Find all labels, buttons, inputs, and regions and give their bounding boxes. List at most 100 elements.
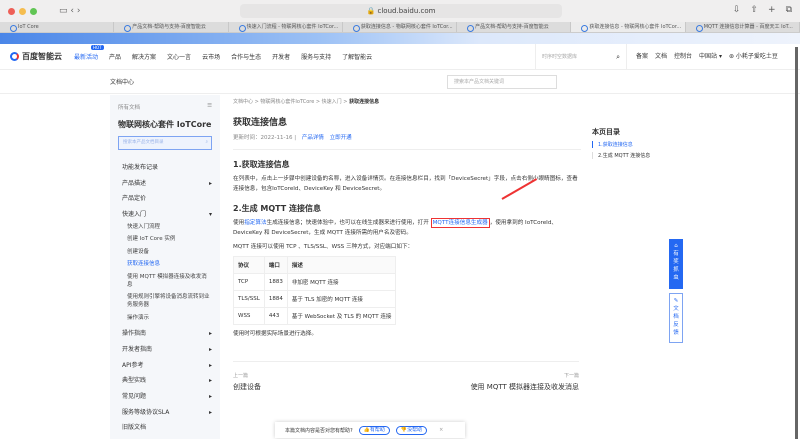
close-window-button[interactable] <box>8 7 15 15</box>
sidebar-item[interactable]: 典型实践 ▸ <box>118 373 212 389</box>
browser-tab[interactable]: 产品文档-帮助与支持-百度智能云 <box>114 22 229 32</box>
browser-tab[interactable]: MQTT 连接信息计算器 - 百度天工 IoT... <box>686 22 800 32</box>
share-icon[interactable]: ⇧ <box>750 5 758 15</box>
toc-item-active[interactable]: 1.获取连接信息 <box>592 141 650 148</box>
address-bar[interactable]: 🔒 cloud.baidu.com <box>240 4 562 18</box>
scrollbar[interactable] <box>795 47 798 439</box>
sidebar-item[interactable]: 常见问题 ▸ <box>118 389 212 405</box>
nav-region[interactable]: 中国站 ▾ <box>699 44 722 70</box>
activate-now-link[interactable]: 立即开通 <box>330 135 352 141</box>
sidebar-subitem[interactable]: 操作演示 <box>118 314 212 322</box>
nav-label: 最新活动 <box>74 54 99 61</box>
nav-item[interactable]: 开发者 <box>272 52 290 61</box>
paragraph: MQTT 连接可以使用 TCP 、TLS/SSL、WSS 三种方式，对应端口如下… <box>233 244 414 250</box>
user-menu[interactable]: ⊛ 小耗子爱吃土豆 <box>729 44 778 70</box>
product-title: 物联网核心套件 IoTCore <box>118 120 212 129</box>
search-placeholder: 时序时空数据库 <box>542 54 578 60</box>
nav-beian[interactable]: 备案 <box>636 44 648 70</box>
table-row: WSS 443 基于 WebSocket 及 TLS 的 MQTT 连接 <box>233 307 397 325</box>
toc-item[interactable]: 2.生成 MQTT 连接信息 <box>592 152 650 159</box>
product-details-link[interactable]: 产品详情 <box>302 135 324 141</box>
browser-tab-active[interactable]: 获取连接信息 - 物联网核心套件 IoTCor... <box>571 22 686 32</box>
doc-center-title[interactable]: 文档中心 <box>110 77 134 86</box>
sidebar-item[interactable]: 服务等级协议SLA ▸ <box>118 405 212 421</box>
sidebar-item[interactable]: API参考 ▸ <box>118 358 212 374</box>
minimize-window-button[interactable] <box>19 7 26 15</box>
edit-icon: ✎ <box>673 298 679 304</box>
chevron-right-icon: ▸ <box>208 345 212 353</box>
search-icon: ⌕ <box>205 140 208 145</box>
list-icon[interactable]: ☰ <box>207 103 212 111</box>
sidebar-item[interactable]: 快速入门 ▾ <box>118 207 212 223</box>
sidebar-subitem[interactable]: 创建 IoT Core 实例 <box>118 235 212 243</box>
sidebar-subitem[interactable]: 快速入门流程 <box>118 223 212 231</box>
lock-icon: 🔒 <box>366 7 376 15</box>
page-title: 获取连接信息 <box>233 118 288 128</box>
sidebar-subitem-active[interactable]: 获取连接信息 <box>118 260 212 268</box>
maximize-window-button[interactable] <box>30 7 37 15</box>
browser-tab[interactable]: 获取连接信息 - 物联网核心套件 IoTCor... <box>343 22 458 32</box>
next-label: 下一篇 <box>563 373 579 379</box>
nav-item[interactable]: 了解智能云 <box>342 52 372 61</box>
download-icon[interactable]: ⇩ <box>733 5 741 15</box>
browser-tab[interactable]: IoT Core <box>0 22 115 32</box>
breadcrumb-sep: > <box>315 99 321 105</box>
sidebar-icon[interactable]: ▭ ‹ › <box>59 6 80 16</box>
algorithm-link[interactable]: 指定算法 <box>244 220 266 226</box>
table-header: 协议 端口 描述 <box>233 256 397 274</box>
mqtt-generator-link[interactable]: MQTT连接信息生成器 <box>430 218 490 228</box>
toc-title: 本页目录 <box>592 128 620 136</box>
protocol-table: 协议 端口 描述 TCP 1883 非加密 MQTT 连接 TLS/SSL 1884 基于 … <box>233 256 397 325</box>
sidebar-item[interactable]: 开发者指南 ▸ <box>118 342 212 358</box>
sidebar-item[interactable]: 产品描述 ▸ <box>118 176 212 192</box>
nav-item-latest[interactable]: 最新活动 HOT <box>74 45 104 61</box>
sidebar-item[interactable]: 操作指南 ▸ <box>118 326 212 342</box>
breadcrumb-link[interactable]: 物联网核心套件IoTCore <box>260 99 314 105</box>
bug-bounty-button[interactable]: ⌂ 有奖抓虫 <box>669 239 683 289</box>
browser-tab[interactable]: 快速入门流程 - 物联网核心套件 IoTCor... <box>229 22 343 32</box>
not-helpful-button[interactable]: 👎没帮助 <box>395 425 428 435</box>
item-label: 快速入门 <box>122 211 147 219</box>
nav-item[interactable]: 服务与支持 <box>301 52 331 61</box>
all-docs-link[interactable]: 所有文档 <box>118 103 140 111</box>
cell: 1883 <box>263 273 288 291</box>
item-label: 产品描述 <box>122 179 147 187</box>
nav-docs[interactable]: 文档 <box>655 44 667 70</box>
helpful-button[interactable]: 👍有帮助 <box>358 425 390 435</box>
nav-console[interactable]: 控制台 <box>674 44 692 70</box>
sidebar-subitem[interactable]: 创建设备 <box>118 248 212 256</box>
breadcrumb-link[interactable]: 快速入门 <box>322 99 342 105</box>
nav-item[interactable]: 解决方案 <box>132 52 156 61</box>
section-heading: 2.生成 MQTT 连接信息 <box>233 204 322 213</box>
prev-link[interactable]: 上一篇 创建设备 <box>233 372 261 392</box>
nav-item[interactable]: 合作与生态 <box>231 52 261 61</box>
doc-search-input[interactable]: 搜索本产品文档关键词 <box>447 75 557 89</box>
item-label: 操作指南 <box>122 330 147 338</box>
nav-item[interactable]: 文心一言 <box>167 52 191 61</box>
cell: 基于 WebSocket 及 TLS 的 MQTT 连接 <box>286 307 397 325</box>
browser-tab[interactable]: 产品文档-帮助与支持-百度智能云 <box>457 22 572 32</box>
tabs-overview-icon[interactable]: ⧉ <box>786 5 792 15</box>
sidebar-item[interactable]: 旧版文档 <box>118 420 212 436</box>
sidebar-item[interactable]: 产品定价 <box>118 191 212 207</box>
sidebar-item[interactable]: 功能发布记录 <box>118 160 212 176</box>
nav-item[interactable]: 云市场 <box>202 52 220 61</box>
new-tab-icon[interactable]: + <box>768 5 776 15</box>
nav-item[interactable]: 产品 <box>109 52 121 61</box>
sidebar-search-input[interactable]: 搜索本产品文档目录 ⌕ <box>118 136 212 150</box>
site-search-input[interactable]: 时序时空数据库 ⌕ <box>535 44 627 70</box>
item-label: 典型实践 <box>122 377 147 385</box>
helpful-label: 有帮助 <box>369 426 385 433</box>
promo-banner[interactable] <box>0 33 800 44</box>
search-icon[interactable]: ⌕ <box>616 44 620 70</box>
logo[interactable]: 百度智能云 <box>10 51 62 62</box>
breadcrumb-link[interactable]: 文档中心 <box>233 99 253 105</box>
next-link[interactable]: 下一篇 使用 MQTT 模拟器连接及收发消息 <box>471 372 579 392</box>
close-icon[interactable]: × <box>439 427 443 433</box>
cell: TLS/SSL <box>233 290 265 308</box>
sidebar-subitem[interactable]: 使用规则引擎将设备消息流转到业务服务器 <box>118 293 212 309</box>
text: 使用 <box>233 220 245 226</box>
header-cell: 端口 <box>263 256 288 274</box>
sidebar-subitem[interactable]: 使用 MQTT 模拟器连接及收发消息 <box>118 273 212 289</box>
doc-feedback-button[interactable]: ✎ 文档反馈 <box>669 293 683 343</box>
